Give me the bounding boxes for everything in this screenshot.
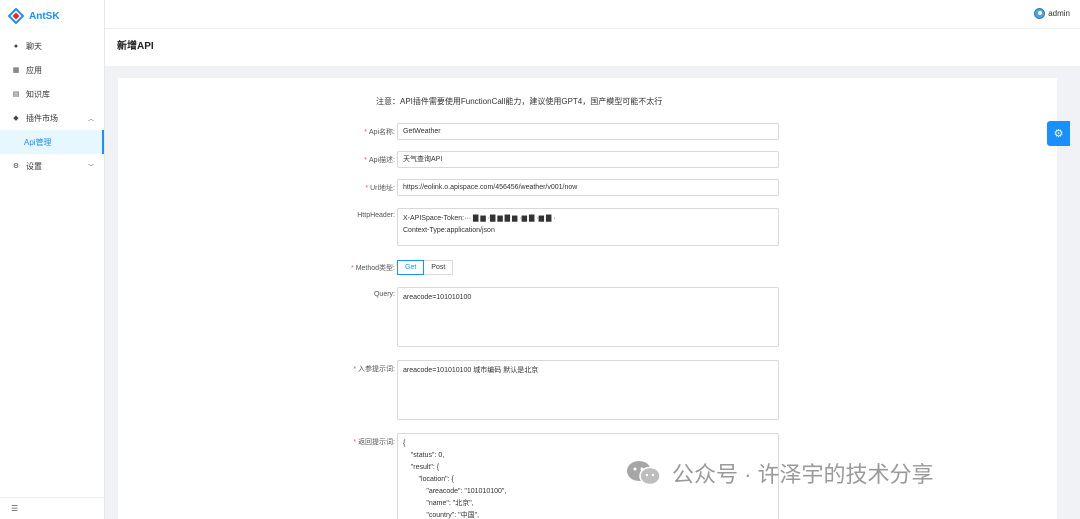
url-input[interactable]: https://eolink.o.apispace.com/456456/wea… xyxy=(397,179,779,196)
sidebar-item-label: 插件市场 xyxy=(26,113,58,123)
method-get-button[interactable]: Get xyxy=(397,260,425,275)
sidebar-item-label: 知识库 xyxy=(26,89,50,99)
floating-settings-button[interactable]: ⚙ xyxy=(1047,121,1070,146)
chevron-down-icon: ﹀ xyxy=(87,164,94,171)
input-prompt-textarea[interactable]: areacode=101010100 城市编码 默认是北京 xyxy=(397,360,779,420)
watermark-text: 公众号 · 许泽宇的技术分享 xyxy=(672,462,934,487)
avatar xyxy=(1034,8,1046,19)
api-name-label: * Api名称: xyxy=(364,129,395,136)
watermark: 公众号 · 许泽宇的技术分享 xyxy=(624,457,934,489)
notice-text: 注意：API插件需要使用FunctionCall能力，建议使用GPT4，国产模型… xyxy=(376,97,663,106)
plugin-icon: ◆ xyxy=(13,115,19,122)
gear-icon: ⚙ xyxy=(1053,128,1064,140)
book-icon: ▤ xyxy=(12,91,20,98)
method-label: * Method类型: xyxy=(350,265,395,272)
output-prompt-label: * 返回提示词: xyxy=(353,439,395,446)
top-header: admin xyxy=(105,0,1080,28)
header-label: HttpHeader: xyxy=(357,212,395,219)
user-name: admin xyxy=(1048,9,1070,18)
page-title: 新增API xyxy=(117,41,154,52)
method-radio-group: Get Post xyxy=(397,260,454,275)
user-menu[interactable]: admin xyxy=(1034,8,1070,19)
input-prompt-label: * 入参提示词: xyxy=(353,366,395,373)
chat-icon: ● xyxy=(13,42,19,50)
app-name: AntSK xyxy=(29,10,60,22)
sidebar-item-label: 应用 xyxy=(26,65,42,75)
sidebar-item-api-manage[interactable]: Api管理 xyxy=(0,130,104,154)
api-desc-input[interactable]: 天气查询API xyxy=(397,151,779,168)
sidebar-item-plugins[interactable]: ◆ 插件市场 ︿ xyxy=(0,106,104,130)
antsk-logo-icon xyxy=(8,8,24,24)
sidebar-item-chat[interactable]: ● 聊天 xyxy=(0,34,104,58)
api-desc-label: * Api描述: xyxy=(364,157,395,164)
sidebar-item-settings[interactable]: ⚙ 设置 ﹀ xyxy=(0,154,104,178)
chevron-up-icon: ︿ xyxy=(87,116,94,123)
sidebar-item-apps[interactable]: ▦ 应用 xyxy=(0,58,104,82)
url-label: * Url地址: xyxy=(365,185,395,192)
form-card: 注意：API插件需要使用FunctionCall能力，建议使用GPT4，国产模型… xyxy=(118,78,1057,519)
sidebar-item-knowledge[interactable]: ▤ 知识库 xyxy=(0,82,104,106)
query-label: Query: xyxy=(373,291,395,298)
sidebar-item-label: 设置 xyxy=(26,161,42,171)
method-post-button[interactable]: Post xyxy=(424,260,454,275)
query-textarea[interactable]: areacode=101010100 xyxy=(397,287,779,347)
http-header-textarea[interactable]: X-APISpace-Token:··· ▇ ▆ ·▇ ▆ ▇ ▆ ·▆ ▇ ·… xyxy=(397,208,779,246)
app-logo[interactable]: AntSK xyxy=(0,0,104,32)
sidebar: AntSK ● 聊天 ▦ 应用 ▤ 知识库 ◆ 插件市场 ︿ Api管理 ⚙ 设… xyxy=(0,0,105,519)
sidebar-item-label: 聊天 xyxy=(26,41,42,51)
sidebar-item-label: Api管理 xyxy=(24,137,52,147)
wechat-icon xyxy=(624,459,664,487)
collapse-sidebar-button[interactable]: ☰ xyxy=(0,497,104,519)
app-icon: ▦ xyxy=(12,67,20,74)
page-header: 新增API xyxy=(105,28,1080,66)
menu-fold-icon: ☰ xyxy=(11,504,19,513)
api-name-input[interactable]: GetWeather xyxy=(397,123,779,140)
gear-icon: ⚙ xyxy=(12,163,20,170)
